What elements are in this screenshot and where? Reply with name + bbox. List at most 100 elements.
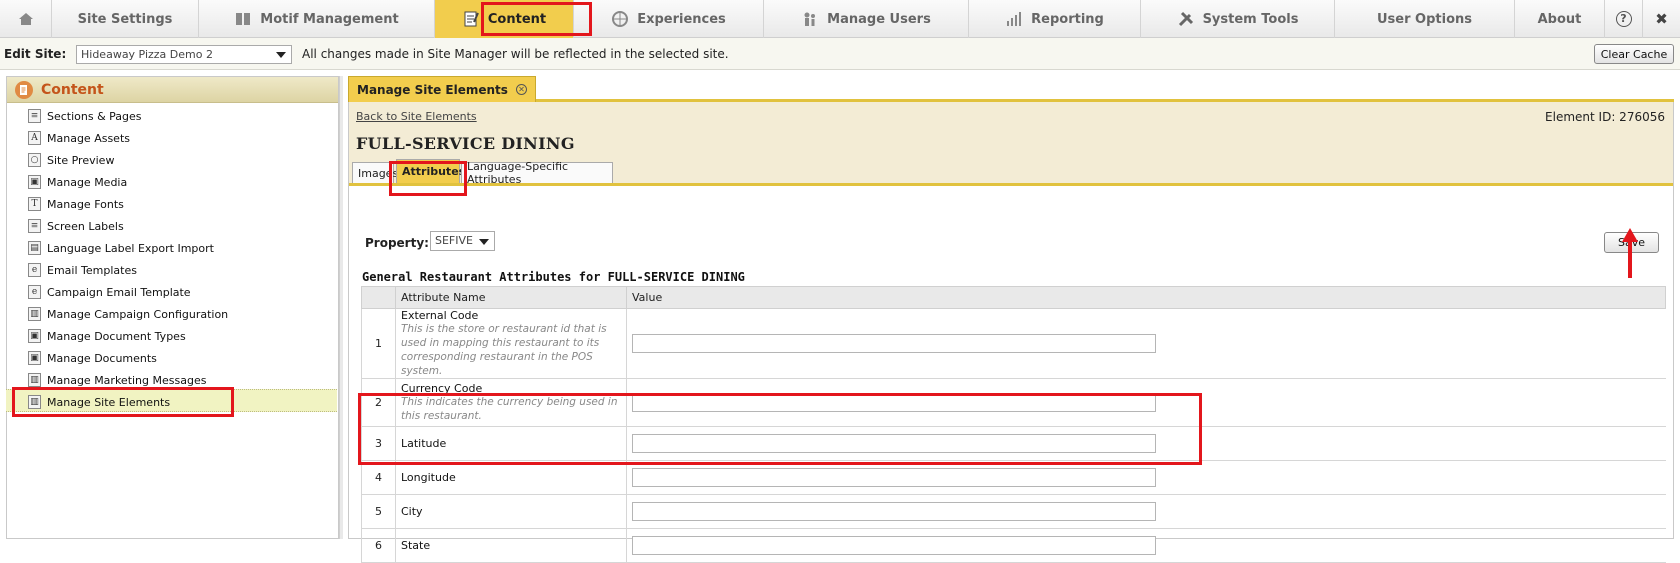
sidebar-item-campaign-email-template[interactable]: e Campaign Email Template	[28, 283, 191, 301]
nav-label: Manage Users	[827, 11, 931, 27]
magnifier-icon: ○	[28, 153, 41, 167]
site-manager-message: All changes made in Site Manager will be…	[302, 47, 729, 61]
nav-manage-users[interactable]: Manage Users	[764, 0, 969, 38]
nav-experiences[interactable]: Experiences	[574, 0, 764, 38]
sidebar-item-manage-media[interactable]: ▣ Manage Media	[28, 173, 127, 191]
sidebar-item-label: Manage Fonts	[47, 197, 124, 211]
close-icon[interactable]: ✕	[515, 84, 527, 95]
table-row: 5 City	[361, 494, 1666, 529]
column-header: Value	[626, 286, 1666, 309]
nav-site-settings[interactable]: Site Settings	[52, 0, 199, 38]
value-cell	[626, 426, 1666, 461]
attribute-name: Longitude	[401, 471, 456, 484]
content-icon	[15, 80, 33, 99]
row-number: 1	[361, 308, 396, 379]
attribute-value-input[interactable]	[632, 502, 1156, 521]
attribute-description: This indicates the currency being used i…	[401, 396, 618, 422]
attribute-name: Currency Code	[401, 382, 483, 395]
row-number: 4	[361, 460, 396, 495]
nav-home[interactable]	[0, 0, 52, 38]
attribute-value-input[interactable]	[632, 468, 1156, 487]
sidebar-item-label: Manage Assets	[47, 131, 130, 145]
row-number: 3	[361, 426, 396, 461]
element-header: Back to Site Elements Element ID: 276056…	[349, 102, 1673, 186]
sidebar-item-label: Manage Marketing Messages	[47, 373, 207, 387]
home-icon	[17, 10, 35, 28]
tab-attributes[interactable]: Attributes	[396, 159, 465, 183]
attribute-value-input[interactable]	[632, 393, 1156, 412]
attribute-value-input[interactable]	[632, 434, 1156, 453]
sidebar-splitter[interactable]	[339, 76, 343, 539]
property-select[interactable]: SEFIVE	[430, 231, 495, 251]
sidebar-item-site-preview[interactable]: ○ Site Preview	[28, 151, 114, 169]
table-row: 1 External Code This is the store or resta…	[361, 308, 1666, 379]
attribute-cell: City	[395, 494, 627, 529]
back-to-site-elements-link[interactable]: Back to Site Elements	[356, 110, 477, 123]
table-row: 4 Longitude	[361, 460, 1666, 495]
site-select-value: Hideaway Pizza Demo 2	[81, 48, 213, 61]
nav-user-options[interactable]: User Options	[1335, 0, 1515, 38]
row-number: 2	[361, 378, 396, 427]
sidebar-item-manage-campaign-configuration[interactable]: ▥ Manage Campaign Configuration	[28, 305, 228, 323]
sidebar-item-label: Manage Media	[47, 175, 128, 189]
email-icon: e	[28, 285, 41, 299]
sidebar-item-label: Language Label Export Import	[47, 241, 214, 255]
property-select-value: SEFIVE	[435, 234, 473, 247]
attributes-table: Attribute Name Value 1 External Code This …	[361, 286, 1666, 563]
sidebar-item-manage-assets[interactable]: A Manage Assets	[28, 129, 130, 147]
sidebar-item-language-label-export-import[interactable]: ▤ Language Label Export Import	[28, 239, 214, 257]
sidebar-item-manage-fonts[interactable]: T Manage Fonts	[28, 195, 124, 213]
value-cell	[626, 494, 1666, 529]
bar-chart-icon	[1005, 10, 1023, 28]
sidebar-item-label: Site Preview	[47, 153, 115, 167]
sidebar-item-label: Email Templates	[47, 263, 137, 277]
close-button[interactable]: ✖	[1643, 0, 1680, 38]
nav-system-tools[interactable]: System Tools	[1141, 0, 1335, 38]
tools-icon	[1177, 10, 1195, 28]
sidebar-item-label: Manage Campaign Configuration	[47, 307, 229, 321]
column-header	[361, 286, 396, 309]
sidebar-item-screen-labels[interactable]: ≡ Screen Labels	[28, 217, 124, 235]
nav-content[interactable]: Content	[435, 0, 574, 38]
sidebar-item-sections-pages[interactable]: ≡ Sections & Pages	[28, 107, 142, 125]
sidebar-item-manage-document-types[interactable]: ▣ Manage Document Types	[28, 327, 186, 345]
site-select[interactable]: Hideaway Pizza Demo 2	[76, 45, 292, 64]
sidebar-item-label: Sections & Pages	[47, 109, 142, 123]
nav-label: Experiences	[637, 11, 726, 27]
nav-motif-management[interactable]: Motif Management	[199, 0, 435, 38]
property-label: Property:	[365, 236, 429, 250]
element-panel: Back to Site Elements Element ID: 276056…	[348, 102, 1674, 563]
tab-language-specific-attributes[interactable]: Language-Specific Attributes	[461, 160, 613, 186]
nav-label: Site Settings	[77, 11, 173, 27]
column-header: Attribute Name	[395, 286, 627, 309]
nav-reporting[interactable]: Reporting	[969, 0, 1141, 38]
email-icon: e	[28, 263, 41, 277]
attribute-cell: Longitude	[395, 460, 627, 495]
chevron-down-icon	[479, 239, 489, 245]
attribute-cell: External Code This is the store or restau…	[395, 308, 627, 379]
attribute-description: This is the store or restaurant id that …	[401, 323, 607, 377]
nav-about[interactable]: About	[1515, 0, 1605, 38]
attribute-name: State	[401, 539, 431, 552]
sidebar-item-manage-documents[interactable]: ▣ Manage Documents	[28, 349, 157, 367]
nav-label: System Tools	[1202, 11, 1299, 27]
sidebar-item-manage-marketing-messages[interactable]: ▥ Manage Marketing Messages	[28, 371, 206, 389]
value-cell	[626, 528, 1666, 563]
font-t-icon: T	[28, 197, 41, 211]
sidebar-item-manage-site-elements[interactable]: ▥ Manage Site Elements	[28, 393, 170, 411]
clear-cache-button[interactable]: Clear Cache	[1594, 44, 1674, 64]
nav-label: Reporting	[1031, 11, 1104, 27]
tab-images[interactable]: Images	[352, 162, 398, 183]
tab-manage-site-elements[interactable]: Manage Site Elements ✕	[348, 76, 536, 102]
main-tabstrip: Manage Site Elements ✕	[348, 74, 1674, 102]
arrow-shaft	[1628, 240, 1632, 278]
help-button[interactable]: ?	[1605, 0, 1643, 38]
sidebar-item-email-templates[interactable]: e Email Templates	[28, 261, 137, 279]
table-icon: ▤	[28, 241, 41, 255]
section-title: General Restaurant Attributes for FULL-S…	[362, 270, 745, 284]
sidebar-header: Content	[7, 77, 338, 103]
sidebar-item-label: Screen Labels	[47, 219, 124, 233]
attribute-name: External Code	[401, 309, 479, 322]
attribute-value-input[interactable]	[632, 334, 1156, 353]
sidebar-item-label: Manage Document Types	[47, 329, 186, 343]
